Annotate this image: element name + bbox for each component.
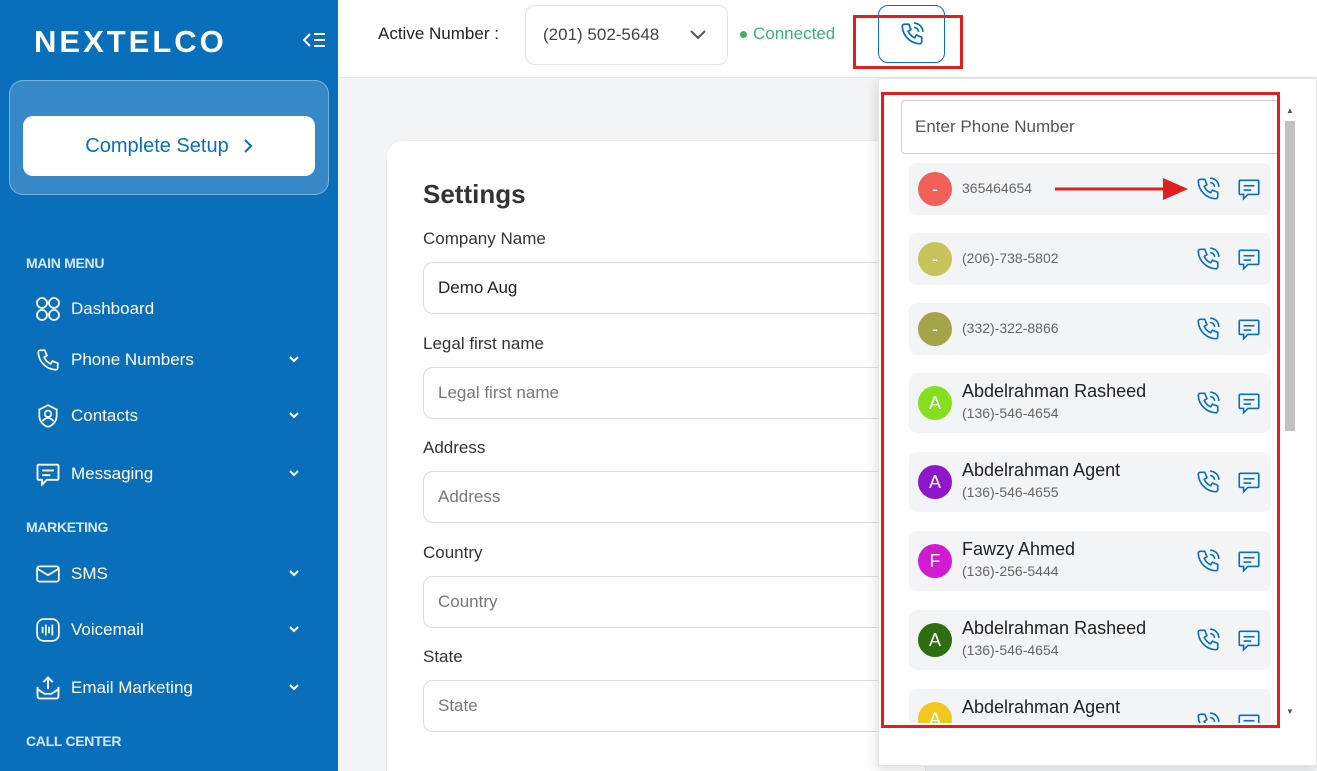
settings-card: Settings Company Name Legal first name A… <box>386 140 943 771</box>
address-input[interactable] <box>423 471 943 523</box>
state-label: State <box>423 647 463 666</box>
section-main-menu: MAIN MENU <box>26 255 105 271</box>
scroll-up-arrow[interactable]: ▲ <box>1285 106 1295 116</box>
active-number-label: Active Number : <box>378 24 499 43</box>
email-icon <box>34 674 62 702</box>
chevron-down-icon <box>289 470 299 477</box>
company-name-input[interactable] <box>423 262 943 314</box>
chevron-down-icon <box>289 412 299 419</box>
chevron-right-icon <box>243 139 253 153</box>
sms-icon <box>34 560 62 588</box>
annotation-highlight-button <box>853 15 963 69</box>
nav-sms[interactable]: SMS <box>34 558 306 590</box>
contact-icon <box>34 402 62 430</box>
nav-messaging-label: Messaging <box>71 464 154 483</box>
section-marketing: MARKETING <box>26 519 109 535</box>
chevron-down-icon <box>289 356 299 363</box>
scrollbar-thumb[interactable] <box>1285 121 1295 431</box>
message-icon <box>34 460 62 488</box>
nav-dashboard[interactable]: Dashboard <box>34 293 306 325</box>
nav-voicemail-label: Voicemail <box>71 620 144 639</box>
legal-first-name-input[interactable] <box>423 367 943 419</box>
nav-phone-numbers[interactable]: Phone Numbers <box>34 344 306 376</box>
nav-contacts-label: Contacts <box>71 406 139 425</box>
legal-first-name-label: Legal first name <box>423 334 544 353</box>
collapse-sidebar-icon[interactable] <box>302 30 326 50</box>
complete-setup-button[interactable]: Complete Setup <box>23 116 315 176</box>
nav-contacts[interactable]: Contacts <box>34 400 306 432</box>
chevron-down-icon <box>289 626 299 633</box>
voicemail-icon <box>34 616 62 644</box>
nav-dashboard-label: Dashboard <box>71 299 155 318</box>
phone-icon <box>34 346 62 374</box>
chevron-down-icon <box>289 570 299 577</box>
country-input[interactable] <box>423 576 943 628</box>
nav-email-marketing-label: Email Marketing <box>71 678 193 697</box>
address-label: Address <box>423 438 486 457</box>
active-number-value: (201) 502-5648 <box>543 25 660 44</box>
nav-phone-numbers-label: Phone Numbers <box>71 350 194 369</box>
scroll-down-arrow[interactable]: ▼ <box>1285 707 1295 717</box>
nav-sms-label: SMS <box>71 564 108 583</box>
complete-setup-label: Complete Setup <box>85 134 229 157</box>
chevron-down-icon <box>690 30 706 40</box>
app-logo: NEXTELCO <box>34 24 227 59</box>
status-dot <box>740 30 747 38</box>
company-name-label: Company Name <box>423 229 546 248</box>
nav-messaging[interactable]: Messaging <box>34 458 306 490</box>
sidebar: NEXTELCO Complete Setup MAIN MENU Dashbo… <box>0 0 338 771</box>
nav-voicemail[interactable]: Voicemail <box>34 614 306 646</box>
country-label: Country <box>423 543 483 562</box>
setup-card: Complete Setup <box>9 80 329 195</box>
topbar: Active Number : (201) 502-5648 Connected <box>338 0 1317 78</box>
active-number-select[interactable]: (201) 502-5648 <box>525 5 728 65</box>
state-input[interactable] <box>423 680 943 732</box>
nav-email-marketing[interactable]: Email Marketing <box>34 672 306 704</box>
chevron-down-icon <box>289 684 299 691</box>
connection-status-label: Connected <box>753 24 836 43</box>
annotation-arrow <box>1055 178 1188 200</box>
dashboard-icon <box>34 295 62 323</box>
section-call-center: CALL CENTER <box>26 733 122 749</box>
settings-title: Settings <box>423 179 526 209</box>
connection-status: Connected <box>740 24 835 44</box>
